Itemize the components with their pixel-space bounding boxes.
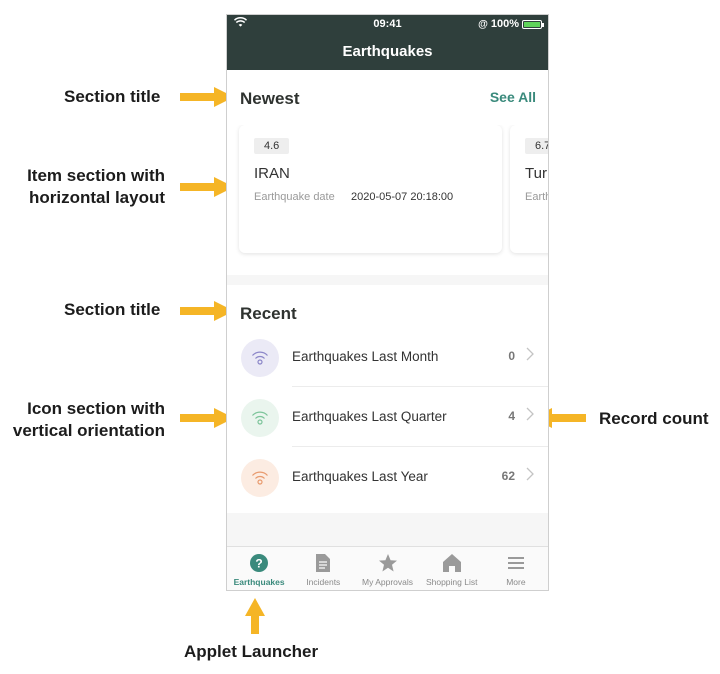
card-date-label: Earthquake date bbox=[254, 191, 335, 203]
chevron-right-icon bbox=[526, 467, 534, 481]
record-count: 4 bbox=[508, 409, 515, 423]
see-all-link[interactable]: See All bbox=[490, 89, 536, 105]
recent-item-last-year[interactable]: Earthquakes Last Year 62 bbox=[227, 447, 548, 507]
recent-section-title: Recent bbox=[240, 304, 297, 323]
tab-shopping-list[interactable]: Shopping List bbox=[420, 547, 484, 590]
newest-section: Newest See All 4.6 IRAN Earthquake date … bbox=[227, 70, 548, 275]
annotation-section-title-top: Section title bbox=[64, 87, 161, 106]
battery-icon bbox=[522, 19, 544, 29]
magnitude-badge: 6.7 bbox=[525, 138, 548, 154]
annotation-record-count: Record count bbox=[599, 409, 709, 428]
arrow-applet-launcher bbox=[245, 598, 265, 634]
battery-percent: 100% bbox=[490, 18, 519, 30]
earthquake-card[interactable]: 6.7 Turk Earth bbox=[510, 125, 548, 253]
card-place: IRAN bbox=[254, 165, 290, 182]
tab-bar: ? Earthquakes Incidents My Approvals Sho… bbox=[227, 546, 548, 590]
annotation-icon-section-line1: Icon section with bbox=[27, 399, 165, 418]
newest-cards-scroller[interactable]: 4.6 IRAN Earthquake date 2020-05-07 20:1… bbox=[227, 125, 548, 260]
status-right: @ 100% bbox=[478, 18, 544, 30]
recent-item-label: Earthquakes Last Quarter bbox=[292, 409, 447, 424]
annotation-item-section: Item section with horizontal layout bbox=[10, 165, 165, 209]
earthquake-card[interactable]: 4.6 IRAN Earthquake date 2020-05-07 20:1… bbox=[239, 125, 502, 253]
phone-screen: 09:41 @ 100% Earthquakes Newest See All … bbox=[226, 14, 549, 591]
tab-earthquakes[interactable]: ? Earthquakes bbox=[227, 547, 291, 590]
recent-item-last-quarter[interactable]: Earthquakes Last Quarter 4 bbox=[227, 387, 548, 447]
chevron-right-icon bbox=[526, 407, 534, 421]
record-count: 62 bbox=[501, 469, 515, 483]
document-icon bbox=[291, 553, 355, 573]
star-icon bbox=[355, 553, 419, 573]
recent-item-label: Earthquakes Last Month bbox=[292, 349, 439, 364]
signal-icon bbox=[241, 339, 279, 377]
tab-my-approvals[interactable]: My Approvals bbox=[355, 547, 419, 590]
chevron-right-icon bbox=[526, 347, 534, 361]
home-icon bbox=[420, 553, 484, 573]
annotation-applet-launcher: Applet Launcher bbox=[184, 642, 319, 661]
signal-icon bbox=[241, 399, 279, 437]
help-circle-icon: ? bbox=[227, 553, 291, 573]
magnitude-badge: 4.6 bbox=[254, 138, 290, 154]
recent-section: Recent Earthquakes Last Month 0 Earthqua… bbox=[227, 285, 548, 513]
card-date-value: 2020-05-07 20:18:00 bbox=[351, 191, 454, 203]
tab-label: Shopping List bbox=[425, 577, 478, 587]
tab-label: Incidents bbox=[306, 577, 341, 587]
orientation-lock-icon: @ bbox=[478, 18, 488, 30]
annotation-icon-section-line2: vertical orientation bbox=[12, 421, 165, 440]
tab-label: More bbox=[506, 577, 526, 587]
newest-section-title: Newest bbox=[240, 89, 300, 108]
card-place: Turk bbox=[525, 165, 548, 182]
recent-item-label: Earthquakes Last Year bbox=[292, 469, 428, 484]
tab-label: My Approvals bbox=[361, 577, 414, 587]
tab-incidents[interactable]: Incidents bbox=[291, 547, 355, 590]
annotation-item-section-line2: horizontal layout bbox=[29, 188, 165, 207]
tab-label: Earthquakes bbox=[233, 577, 285, 587]
card-date-label: Earth bbox=[525, 191, 548, 203]
annotation-item-section-line1: Item section with bbox=[27, 166, 165, 185]
annotation-icon-section: Icon section with vertical orientation bbox=[0, 398, 165, 442]
page-title: Earthquakes bbox=[227, 33, 548, 70]
recent-item-last-month[interactable]: Earthquakes Last Month 0 bbox=[227, 327, 548, 387]
tab-more[interactable]: More bbox=[484, 547, 548, 590]
annotation-section-title-recent: Section title bbox=[64, 300, 161, 319]
svg-text:?: ? bbox=[255, 557, 262, 571]
menu-icon bbox=[484, 553, 548, 573]
record-count: 0 bbox=[508, 349, 515, 363]
status-bar: 09:41 @ 100% bbox=[227, 15, 548, 33]
signal-icon bbox=[241, 459, 279, 497]
